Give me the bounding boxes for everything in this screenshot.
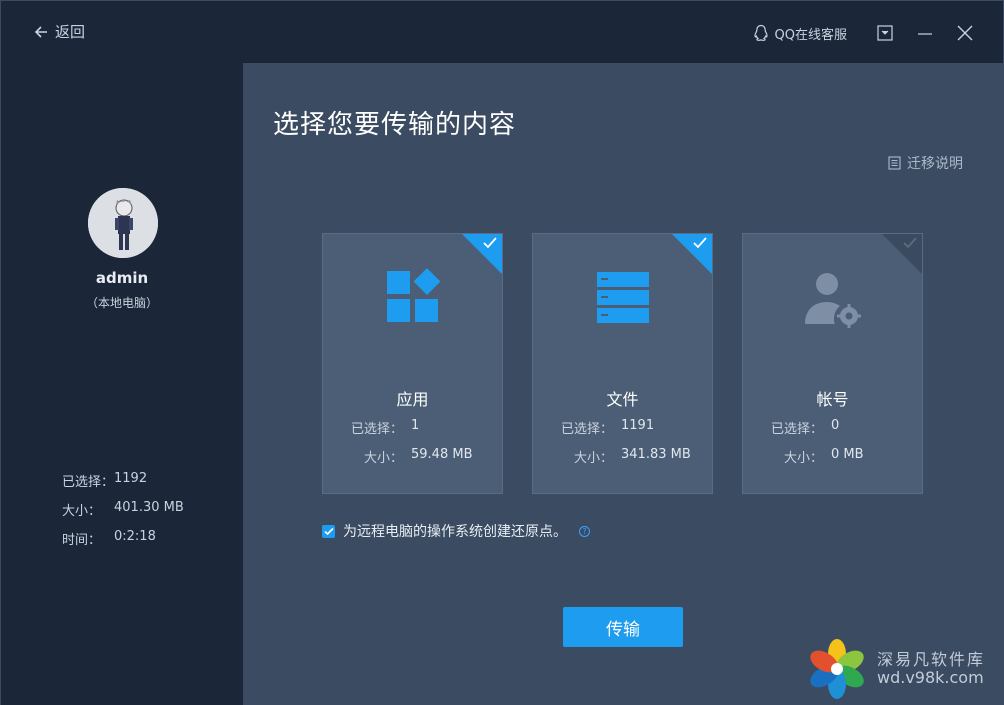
- apps-icon-wrap: [323, 268, 502, 328]
- arrow-left-icon: [34, 25, 47, 38]
- pinwheel-logo-icon: [810, 639, 864, 699]
- qq-support-label: QQ在线客服: [774, 27, 847, 43]
- card-name: 文件: [606, 390, 639, 409]
- back-button[interactable]: 返回: [33, 21, 85, 42]
- files-icon: [596, 272, 649, 323]
- help-icon[interactable]: ?: [579, 525, 590, 537]
- summary-time-value: 0:2:18: [114, 529, 156, 544]
- close-button[interactable]: [945, 19, 985, 47]
- watermark: 深易凡软件库 wd.v98k.com: [805, 639, 985, 699]
- minimize-button[interactable]: [905, 19, 945, 47]
- migration-guide-link[interactable]: 迁移说明: [888, 153, 963, 173]
- card-selected-value: 1191: [621, 418, 655, 433]
- card-size-label: 大小：: [783, 451, 823, 466]
- restore-point-label: 为远程电脑的操作系统创建还原点。: [343, 524, 567, 540]
- files-icon-wrap: [533, 268, 712, 328]
- close-icon: [957, 25, 973, 41]
- card-size-row: 大小： 0 MB: [743, 447, 922, 466]
- dropdown-menu-button[interactable]: [865, 19, 905, 47]
- summary-size-row: 大小： 401.30 MB: [62, 500, 184, 529]
- card-size-value: 59.48 MB: [411, 447, 473, 462]
- card-name: 应用: [396, 390, 429, 409]
- summary-selected-row: 已选择： 1192: [62, 471, 184, 500]
- apps-icon: [386, 268, 440, 322]
- account-settings-icon: [804, 273, 861, 328]
- qq-support-link[interactable]: QQ在线客服: [753, 24, 847, 43]
- title-bar: 返回 QQ在线客服: [1, 1, 1003, 63]
- card-size-value: 0 MB: [831, 447, 864, 462]
- card-selected-row: 已选择： 1191: [533, 418, 712, 437]
- watermark-name: 深易凡软件库: [876, 649, 985, 669]
- card-name: 帐号: [816, 390, 849, 409]
- title-controls: QQ在线客服: [753, 19, 985, 47]
- transfer-button[interactable]: 传输: [563, 607, 683, 647]
- restore-point-checkbox[interactable]: [322, 524, 335, 538]
- summary-size-label: 大小：: [62, 504, 102, 519]
- card-selected-row: 已选择： 0: [743, 418, 922, 437]
- summary-selected-label: 已选择：: [62, 475, 115, 490]
- summary-size-value: 401.30 MB: [114, 500, 184, 515]
- user-name: admin: [95, 269, 149, 287]
- document-icon: [888, 156, 901, 170]
- checkmark-icon: [323, 527, 334, 535]
- card-account[interactable]: 帐号 已选择： 0 大小： 0 MB: [742, 233, 923, 494]
- checkmark-icon: [483, 237, 497, 249]
- checkmark-icon: [903, 237, 917, 249]
- card-size-label: 大小：: [363, 451, 403, 466]
- card-apps[interactable]: 应用 已选择： 1 大小： 59.48 MB: [322, 233, 503, 494]
- card-size-value: 341.83 MB: [621, 447, 691, 462]
- qq-icon: [753, 24, 768, 41]
- checkmark-icon: [693, 237, 707, 249]
- watermark-text: 深易凡软件库 wd.v98k.com: [876, 649, 985, 688]
- summary-time-label: 时间：: [62, 533, 102, 548]
- watermark-url: wd.v98k.com: [876, 668, 984, 687]
- card-files[interactable]: 文件 已选择： 1191 大小： 341.83 MB: [532, 233, 713, 494]
- card-selected-value: 0: [831, 418, 840, 433]
- card-selected-value: 1: [411, 418, 420, 433]
- transfer-summary: 已选择： 1192 大小： 401.30 MB 时间： 0:2:18: [62, 471, 184, 558]
- avatar-figure-icon: [88, 188, 158, 258]
- page-title: 选择您要传输的内容: [273, 110, 517, 140]
- avatar: [88, 188, 158, 258]
- summary-selected-value: 1192: [114, 471, 148, 486]
- card-size-row: 大小： 341.83 MB: [533, 447, 712, 466]
- migration-guide-label: 迁移说明: [907, 156, 963, 172]
- sidebar: admin （本地电脑） 已选择： 1192 大小： 401.30 MB 时间：…: [1, 63, 243, 705]
- card-selected-label: 已选择：: [560, 422, 613, 437]
- card-selected-label: 已选择：: [350, 422, 403, 437]
- back-label: 返回: [55, 23, 86, 41]
- account-icon-wrap: [743, 268, 922, 328]
- card-selected-label: 已选择：: [770, 422, 823, 437]
- app-window: 返回 QQ在线客服 admin （本地电脑） 已选择： 1192 大小： 401…: [0, 0, 1004, 705]
- main-panel: 选择您要传输的内容 迁移说明 应用 已选择： 1 大小： 59.48 MB 文件…: [243, 63, 1003, 705]
- dropdown-box-icon: [877, 25, 893, 41]
- user-subtitle: （本地电脑）: [85, 296, 158, 310]
- minimize-icon: [918, 33, 932, 35]
- summary-time-row: 时间： 0:2:18: [62, 529, 184, 558]
- card-selected-row: 已选择： 1: [323, 418, 502, 437]
- card-size-row: 大小： 59.48 MB: [323, 447, 502, 466]
- restore-point-option: 为远程电脑的操作系统创建还原点。 ?: [322, 521, 590, 541]
- card-size-label: 大小：: [573, 451, 613, 466]
